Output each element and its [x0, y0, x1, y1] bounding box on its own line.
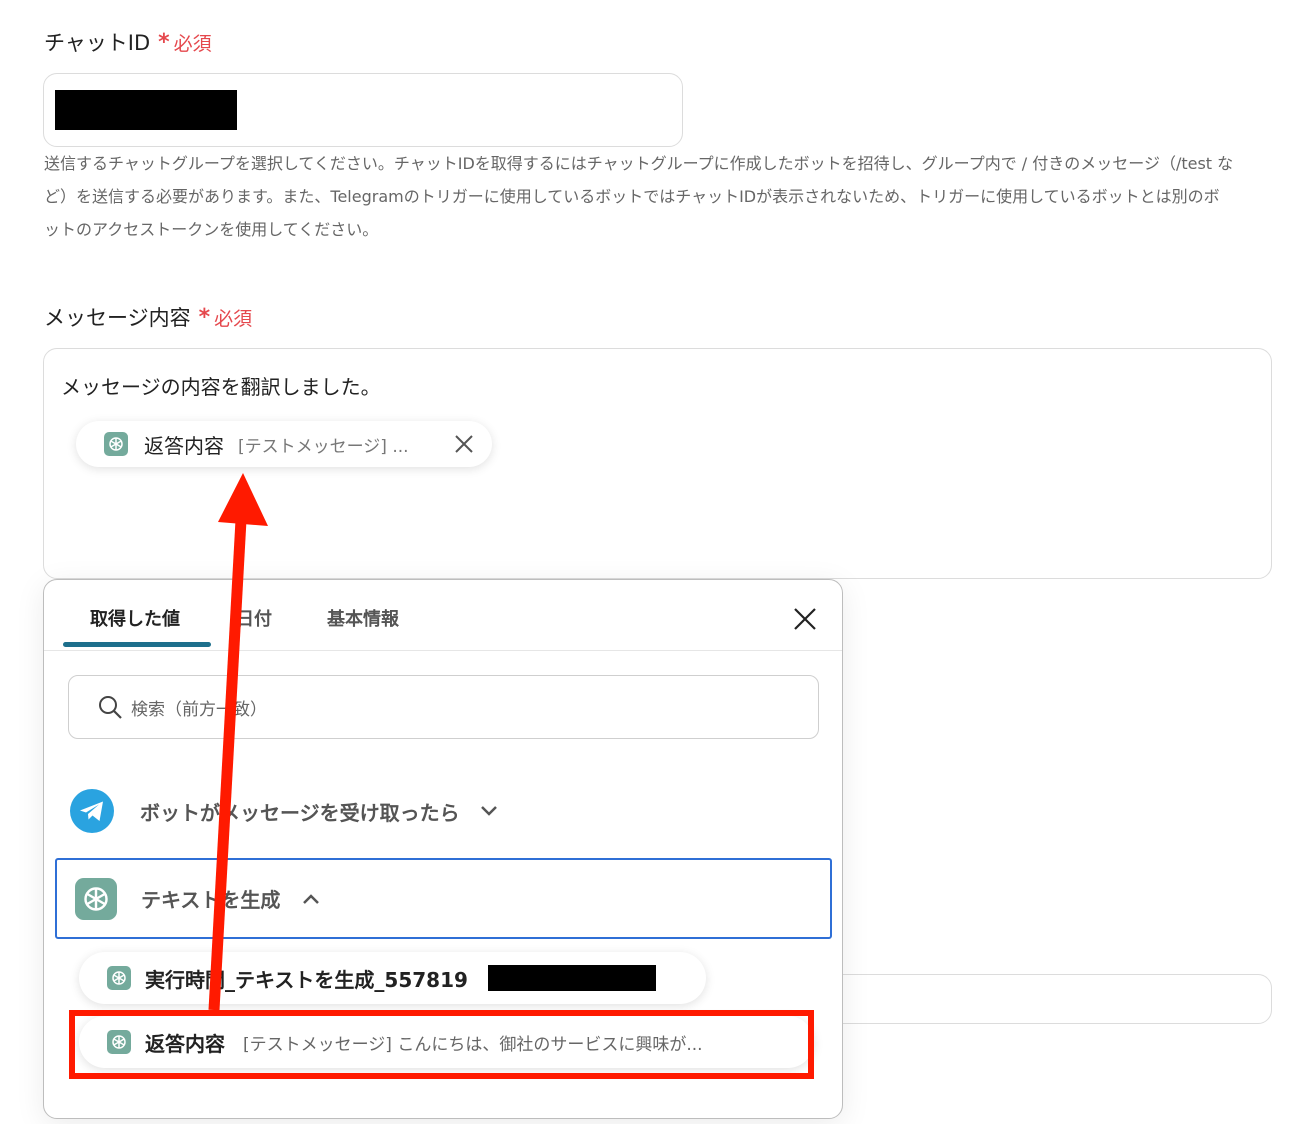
search-icon [97, 694, 123, 720]
message-text: メッセージの内容を翻訳しました。 [61, 375, 381, 399]
chat-id-label-row: チャットID * 必須 [44, 26, 212, 58]
chatgpt-icon [107, 966, 131, 990]
value-item-execution-time[interactable]: 実行時間_テキストを生成_557819 [79, 952, 706, 1004]
message-label: メッセージ内容 [44, 306, 191, 330]
close-icon[interactable] [454, 434, 474, 454]
search-input[interactable]: 検索（前方一致） [68, 675, 819, 739]
group-telegram-trigger[interactable]: ボットがメッセージを受け取ったら [70, 789, 498, 833]
chat-id-label: チャットID [44, 31, 151, 55]
redacted-value [487, 965, 656, 991]
hidden-field[interactable] [800, 974, 1272, 1024]
message-editor[interactable]: メッセージの内容を翻訳しました。 返答内容 [テストメッセージ] ... [43, 348, 1272, 579]
highlight-box [69, 1010, 814, 1079]
token-name: 返答内容 [144, 433, 224, 458]
value-item-label: 実行時間_テキストを生成_557819 [145, 967, 468, 992]
redacted-value [55, 90, 237, 130]
help-line: ットのアクセストークンを使用してください。 [44, 220, 379, 239]
chevron-down-icon [480, 805, 498, 817]
chat-id-help-text: 送信するチャットグループを選択してください。チャットIDを取得するにはチャットグ… [44, 147, 1279, 246]
tabs-divider [44, 650, 842, 651]
tab-acquired-values[interactable]: 取得した値 [90, 605, 180, 631]
telegram-icon [70, 789, 114, 833]
group-generate-text[interactable]: テキストを生成 [55, 858, 832, 939]
search-placeholder: 検索（前方一致） [131, 699, 267, 720]
tab-basic-info[interactable]: 基本情報 [327, 605, 399, 631]
help-line: ど）を送信する必要があります。また、Telegramのトリガーに使用しているボッ… [44, 187, 1220, 206]
required-badge: * 必須 [158, 29, 212, 55]
message-label-row: メッセージ内容 * 必須 [44, 301, 252, 333]
chatgpt-icon [104, 432, 128, 456]
tab-date[interactable]: 日付 [236, 605, 272, 631]
chat-id-input[interactable] [43, 73, 683, 147]
message-token-chip[interactable]: 返答内容 [テストメッセージ] ... [76, 421, 492, 467]
help-line: 送信するチャットグループを選択してください。チャットIDを取得するにはチャットグ… [44, 154, 1234, 173]
chevron-up-icon [302, 893, 320, 905]
close-picker-icon[interactable] [793, 607, 817, 631]
chatgpt-icon [75, 877, 117, 920]
token-preview: [テストメッセージ] ... [238, 436, 409, 457]
active-tab-indicator [63, 642, 211, 647]
group-title: テキストを生成 [141, 888, 281, 912]
group-title: ボットがメッセージを受け取ったら [140, 800, 460, 825]
required-badge: * 必須 [198, 304, 253, 330]
